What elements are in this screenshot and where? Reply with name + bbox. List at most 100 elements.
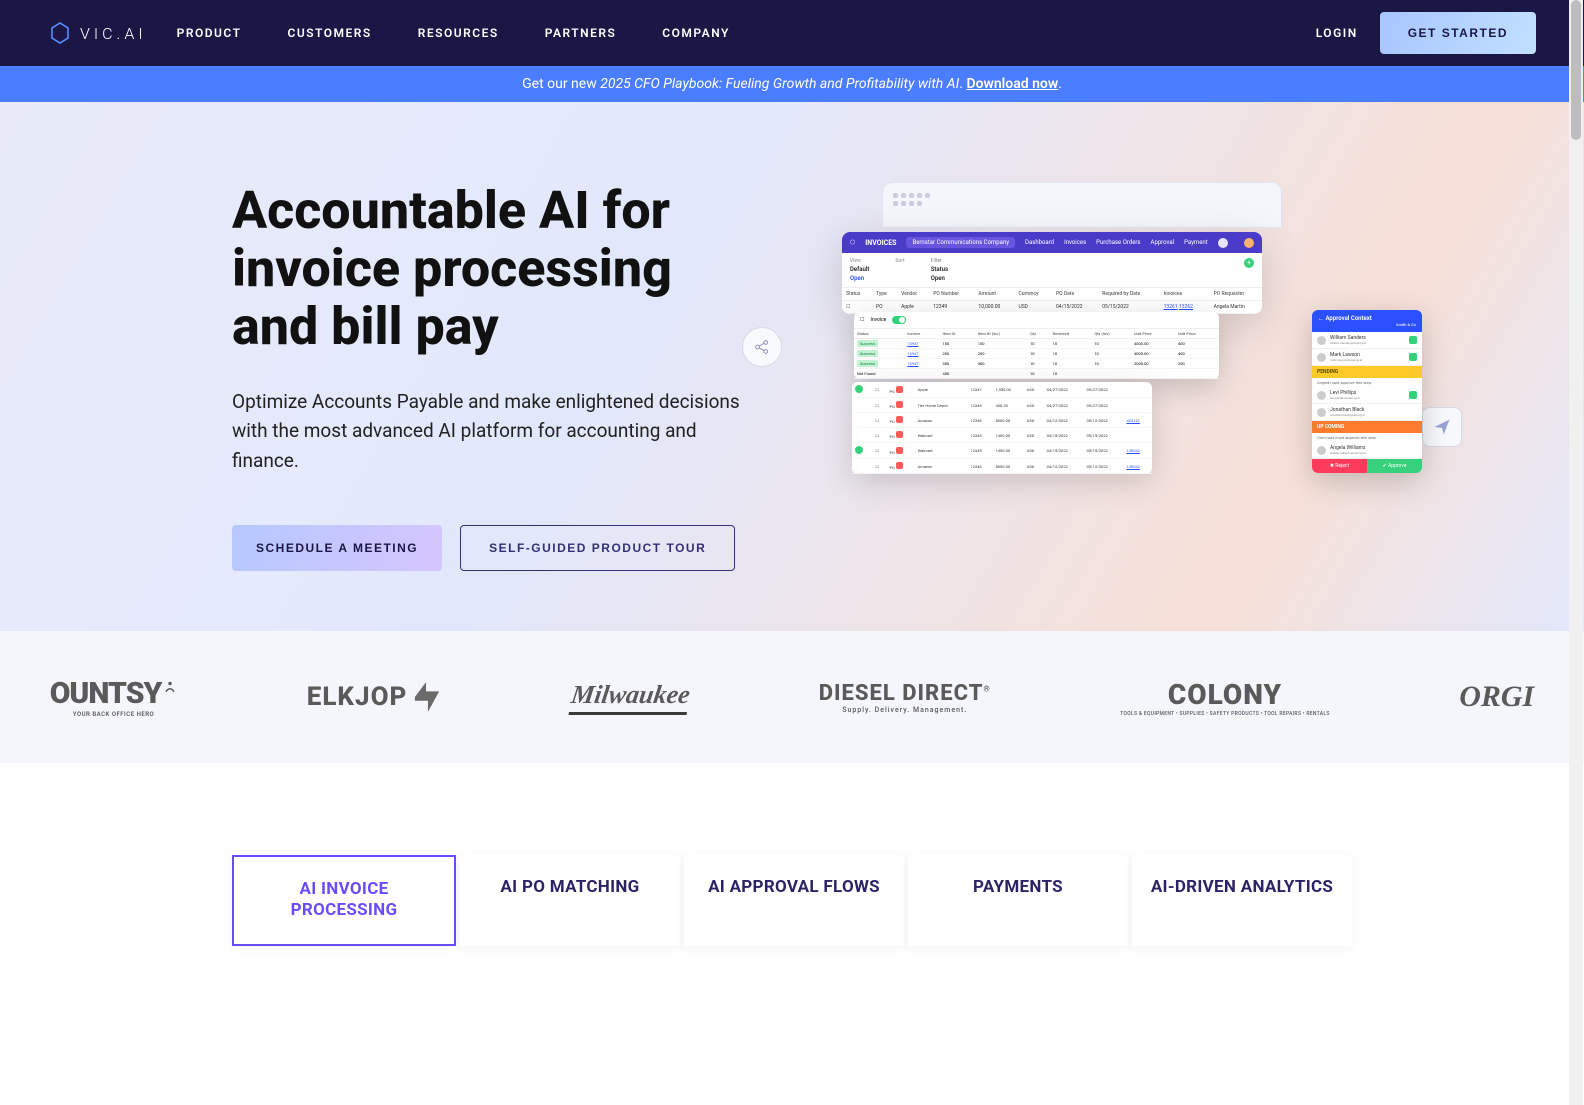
hero-ctas: SCHEDULE A MEETING SELF-GUIDED PRODUCT T… [232, 525, 762, 571]
nav-partners[interactable]: PARTNERS [545, 26, 617, 40]
avatar-icon [1317, 391, 1326, 400]
promo-banner: Get our new 2025 CFO Playbook: Fueling G… [0, 66, 1584, 102]
mock-view-value: Default [850, 266, 869, 273]
scrollbar-thumb[interactable] [1571, 0, 1581, 140]
mock-sort-label: Sort [895, 258, 904, 264]
logo-colony: COLONY TOOLS & EQUIPMENT • SUPPLIES • SA… [1120, 678, 1330, 717]
mock-po-table: ☐PO Apple123471,350.00USD04/27/202205/27… [852, 382, 1152, 474]
mock-filter-value: Status [931, 266, 948, 273]
list-item: Levi Phillipslevi.phillips@ssprog.ai [1312, 387, 1422, 404]
table-row: Not Found4001010 [854, 369, 1219, 379]
avatar-icon [1317, 408, 1326, 417]
product-tour-button[interactable]: SELF-GUIDED PRODUCT TOUR [460, 525, 735, 571]
mock-approval-title: Approval Context [1326, 315, 1372, 322]
avatar-icon [1317, 336, 1326, 345]
tab-invoice-processing[interactable]: AI INVOICE PROCESSING [232, 855, 456, 946]
nav-company[interactable]: COMPANY [662, 26, 730, 40]
mock-company: Bernstar Communications Company [906, 237, 1015, 248]
hero-copy: Accountable AI for invoice processing an… [232, 182, 762, 571]
feature-tabs-section: AI INVOICE PROCESSING AI PO MATCHING AI … [0, 763, 1584, 1006]
mock-next-bar: UP COMING [1312, 421, 1422, 433]
mock-topbar: ⬡ INVOICES Bernstar Communications Compa… [842, 232, 1262, 253]
logo-ountsy: OUNTSY YOUR BACK OFFICE HERO [50, 676, 178, 718]
list-item: William Sanderswilliam.sanders@ssprog.ai [1312, 332, 1422, 349]
hex-icon: ⬡ [850, 239, 855, 246]
schedule-meeting-button[interactable]: SCHEDULE A MEETING [232, 525, 442, 571]
avatar-icon [1244, 238, 1254, 248]
tab-approval-flows[interactable]: AI APPROVAL FLOWS [684, 855, 904, 946]
mock-menu-payment: Payment [1184, 239, 1208, 246]
check-icon [1409, 391, 1417, 399]
mock-approval-sub: Smith & Co [1318, 322, 1416, 327]
table-row: ☐PO Amazon123468000.00USD04/12/202205/12… [852, 413, 1152, 428]
get-started-button[interactable]: GET STARTED [1380, 12, 1536, 54]
logo-icon [48, 21, 72, 45]
share-icon [742, 327, 782, 367]
table-row: ☐PO Walmart123451400.00USD04/15/202205/1… [852, 443, 1152, 459]
mock-approval-card: ← Approval ContextSmith & Co William San… [1312, 310, 1422, 473]
mock-filter-label: Filter [931, 258, 948, 264]
hero-section: Accountable AI for invoice processing an… [0, 102, 1584, 631]
table-row: Success139473003001010102000.00200 [854, 359, 1219, 369]
mock-menu-dashboard: Dashboard [1025, 239, 1054, 246]
approve-button: ✔ Approve [1367, 459, 1422, 473]
banner-highlight: 2025 CFO Playbook: Fueling Growth and Pr… [600, 76, 959, 92]
table-row: ☐PO Walmart123451400.00USD04/15/202205/1… [852, 428, 1152, 443]
logo-diesel: DIESEL DIRECT® Supply. Delivery. Managem… [819, 681, 991, 714]
feature-tabs: AI INVOICE PROCESSING AI PO MATCHING AI … [192, 855, 1392, 946]
table-row: ☐PO The Home Depot12348436.20USD04/27/20… [852, 398, 1152, 413]
brand-logo[interactable]: VIC.AI [48, 21, 147, 45]
mock-next-text: One must must approve this step. [1312, 433, 1422, 442]
mock-invoice-detail: ☐Invoice StatusInvoiceItem IDItem ID (In… [854, 312, 1219, 379]
pdf-icon [896, 401, 903, 408]
nav-product[interactable]: PRODUCT [177, 26, 242, 40]
list-item: Mark Lawsonmark.lawson@ssprog.ai [1312, 349, 1422, 366]
top-nav: VIC.AI PRODUCT CUSTOMERS RESOURCES PARTN… [0, 0, 1584, 66]
mock-menu-approval: Approval [1151, 239, 1175, 246]
customer-logos: OUNTSY YOUR BACK OFFICE HERO ELKJOP Milw… [0, 631, 1584, 763]
avatar-icon [1317, 446, 1326, 455]
brand-name: VIC.AI [80, 24, 147, 43]
page-scrollbar[interactable] [1569, 0, 1583, 1105]
status-dot-icon [855, 446, 863, 454]
banner-link[interactable]: Download now [966, 76, 1058, 92]
mock-detail-label: Invoice [870, 317, 886, 323]
table-row: Success139472002001010104000.00400 [854, 349, 1219, 359]
pdf-icon [896, 431, 903, 438]
mock-menu-invoices: Invoices [1064, 239, 1086, 246]
hero-illustration: ⬡ INVOICES Bernstar Communications Compa… [802, 182, 1352, 571]
mock-filter-bar: ViewDefaultOpen Sort FilterStatusOpen + [842, 253, 1262, 288]
login-link[interactable]: LOGIN [1316, 26, 1358, 40]
banner-period: . [1058, 76, 1062, 92]
tab-po-matching[interactable]: AI PO MATCHING [460, 855, 680, 946]
mock-section-title: INVOICES [865, 239, 896, 247]
table-row: Success139471001001010104000.00400 [854, 339, 1219, 349]
table-row: ☐PO Apple123471,350.00USD04/27/202205/27… [852, 382, 1152, 398]
add-icon: + [1244, 258, 1254, 268]
nav-customers[interactable]: CUSTOMERS [287, 26, 371, 40]
send-icon [1422, 407, 1462, 447]
avatar-icon [1317, 353, 1326, 362]
mock-approval-footer: ✖ Reject ✔ Approve [1312, 459, 1422, 473]
check-icon [1409, 353, 1417, 361]
hero-subtitle: Optimize Accounts Payable and make enlig… [232, 387, 752, 475]
mock-invoice-app: ⬡ INVOICES Bernstar Communications Compa… [842, 232, 1262, 314]
tab-payments[interactable]: PAYMENTS [908, 855, 1128, 946]
status-dot-icon [855, 385, 863, 393]
check-icon [1409, 336, 1417, 344]
logo-orgi: ORGI [1459, 680, 1534, 714]
toggle-icon [892, 316, 906, 324]
list-item: Jonathan Blackjonathan.black@ssprog.ai [1312, 404, 1422, 421]
reject-button: ✖ Reject [1312, 459, 1367, 473]
mock-open-value: Open [850, 275, 869, 282]
nav-links: PRODUCT CUSTOMERS RESOURCES PARTNERS COM… [177, 26, 1316, 40]
tab-analytics[interactable]: AI-DRIVEN ANALYTICS [1132, 855, 1352, 946]
mock-pending-bar: PENDING [1312, 366, 1422, 378]
mock-menu-po: Purchase Orders [1096, 239, 1140, 246]
mock-invoice-table: StatusTypeVendorPO NumberAmountCurrencyP… [842, 288, 1262, 314]
nav-right: LOGIN GET STARTED [1316, 12, 1536, 54]
pdf-icon [896, 447, 903, 454]
hero-title: Accountable AI for invoice processing an… [232, 182, 762, 357]
nav-resources[interactable]: RESOURCES [418, 26, 499, 40]
table-row: ☐PO Amazon123468000.00USD04/12/202205/12… [852, 459, 1152, 474]
